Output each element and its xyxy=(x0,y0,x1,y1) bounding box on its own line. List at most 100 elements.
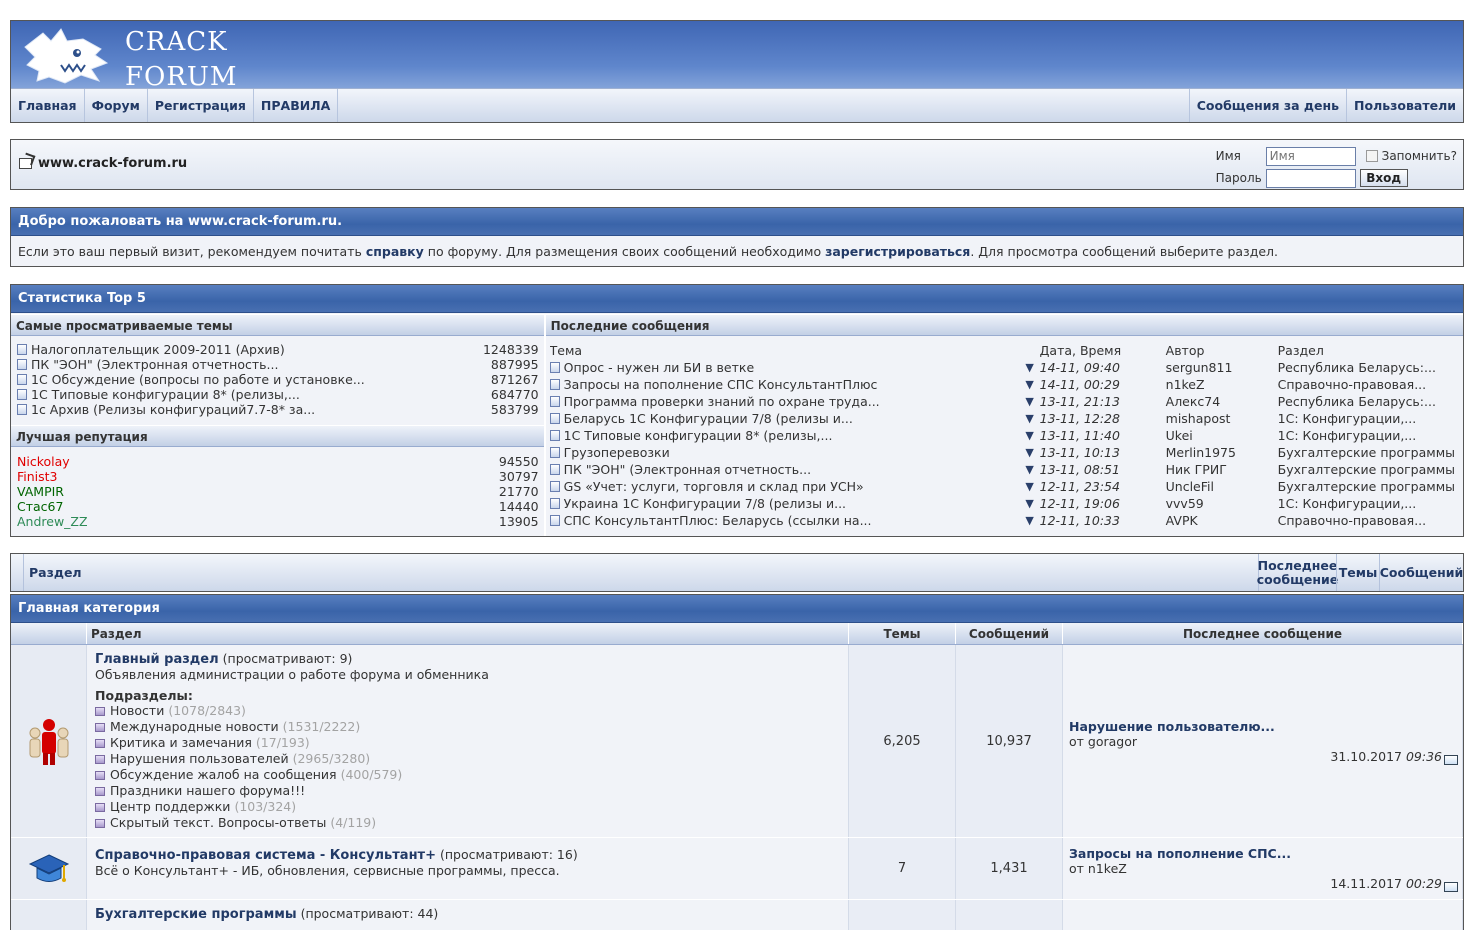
nav-todays-posts[interactable]: Сообщения за день xyxy=(1188,89,1346,122)
last-post-topic[interactable]: Украина 1С Конфигурации 7/8 (релизы и... xyxy=(564,495,846,512)
subforum-link[interactable]: Центр поддержки xyxy=(110,799,230,815)
password-input[interactable] xyxy=(1265,168,1356,188)
last-post-author[interactable]: Merlin1975 xyxy=(1166,444,1278,461)
shark-logo-icon[interactable] xyxy=(21,25,111,87)
reputation-user[interactable]: Andrew_ZZ xyxy=(17,514,459,529)
last-post-author[interactable]: Ukei xyxy=(1166,427,1278,444)
username-input[interactable] xyxy=(1265,146,1356,166)
subforum-link[interactable]: Обсуждение жалоб на сообщения xyxy=(110,767,337,783)
arrow-down-icon[interactable]: ▼ xyxy=(1020,461,1040,478)
most-viewed-title[interactable]: 1с Архив (Релизы конфигураций7.7-8* за..… xyxy=(31,402,315,417)
last-post-section[interactable]: Справочно-правовая... xyxy=(1278,376,1455,393)
go-to-last-post-icon[interactable] xyxy=(1444,882,1458,892)
last-post-topic[interactable]: 1С Типовые конфигурации 8* (релизы,... xyxy=(564,427,833,444)
last-post-author[interactable]: UncleFil xyxy=(1166,478,1278,495)
last-post-section[interactable]: 1С: Конфигурации,... xyxy=(1278,427,1455,444)
reputation-value: 21770 xyxy=(498,484,539,499)
site-logo-text[interactable]: CRACK FORUM xyxy=(125,25,237,95)
last-post-author[interactable]: n1keZ xyxy=(1166,376,1278,393)
arrow-down-icon[interactable]: ▼ xyxy=(1020,359,1040,376)
last-post-author[interactable]: Алекс74 xyxy=(1166,393,1278,410)
last-post-section[interactable]: Республика Беларусь:... xyxy=(1278,359,1455,376)
last-post-author[interactable]: mishapost xyxy=(1166,410,1278,427)
subforum-link[interactable]: Международные новости xyxy=(110,719,279,735)
last-post-author[interactable]: AVPK xyxy=(1166,512,1278,529)
nav-register[interactable]: Регистрация xyxy=(148,89,254,122)
reputation-user[interactable]: VAMPIR xyxy=(17,484,459,499)
subforum-item: Центр поддержки (103/324) xyxy=(95,799,840,815)
username-label: Имя xyxy=(1215,149,1241,163)
last-post-topic[interactable]: СПС КонсультантПлюс: Беларусь (ссылки на… xyxy=(564,512,872,529)
help-link[interactable]: справку xyxy=(366,244,424,259)
arrow-down-icon[interactable]: ▼ xyxy=(1020,376,1040,393)
last-post-topic[interactable]: Запросы на пополнение СПС КонсультантПлю… xyxy=(564,376,878,393)
arrow-down-icon[interactable]: ▼ xyxy=(1020,495,1040,512)
last-post-topic[interactable]: Беларусь 1С Конфигурации 7/8 (релизы и..… xyxy=(564,410,853,427)
forum-posts-count: 1,431 xyxy=(956,838,1063,899)
document-icon xyxy=(17,359,27,370)
most-viewed-list: Налогоплательщик 2009-2011 (Архив) 124833… xyxy=(11,336,544,425)
document-icon xyxy=(549,413,560,424)
most-viewed-title[interactable]: 1С Обсуждение (вопросы по работе и устан… xyxy=(31,372,365,387)
subforum-link[interactable]: Нарушения пользователей xyxy=(110,751,289,767)
reputation-user[interactable]: Стас67 xyxy=(17,499,459,514)
subforum-link[interactable]: Критика и замечания xyxy=(110,735,252,751)
last-post-section[interactable]: Справочно-правовая... xyxy=(1278,512,1455,529)
list-item: Стас67 14440 xyxy=(17,499,539,514)
welcome-box: Добро пожаловать на www.crack-forum.ru. … xyxy=(10,207,1464,267)
last-post-author[interactable]: sergun811 xyxy=(1166,359,1278,376)
col-topics: Темы xyxy=(849,623,956,644)
most-viewed-title[interactable]: 1С Типовые конфигурации 8* (релизы,... xyxy=(31,387,300,402)
nav-members[interactable]: Пользователи xyxy=(1346,89,1463,122)
arrow-down-icon[interactable]: ▼ xyxy=(1020,512,1040,529)
arrow-down-icon[interactable]: ▼ xyxy=(1020,427,1040,444)
list-item: ПК "ЭОН" (Электронная отчетность... 88799… xyxy=(17,357,539,372)
subforum-link[interactable]: Новости xyxy=(110,703,164,719)
subforum-item: Международные новости (1531/2222) xyxy=(95,719,840,735)
last-post-section[interactable]: 1С: Конфигурации,... xyxy=(1278,495,1455,512)
reputation-user[interactable]: Nickolay xyxy=(17,454,459,469)
document-icon xyxy=(549,362,560,373)
arrow-down-icon[interactable]: ▼ xyxy=(1020,410,1040,427)
last-post-topic[interactable]: ПК "ЭОН" (Электронная отчетность... xyxy=(564,461,811,478)
go-to-last-post-icon[interactable] xyxy=(1444,755,1458,765)
arrow-down-icon[interactable]: ▼ xyxy=(1020,478,1040,495)
most-viewed-title[interactable]: ПК "ЭОН" (Электронная отчетность... xyxy=(31,357,278,372)
forum-title[interactable]: Главный раздел xyxy=(95,652,219,667)
last-post-topic[interactable]: GS «Учет: услуги, торговля и склад при У… xyxy=(564,478,864,495)
last-post-author[interactable]: Ник ГРИГ xyxy=(1166,461,1278,478)
last-post-section[interactable]: Республика Беларусь:... xyxy=(1278,393,1455,410)
last-post-author[interactable]: от n1keZ xyxy=(1069,861,1291,876)
site-name-link[interactable]: www.crack-forum.ru xyxy=(38,156,187,171)
nav-home[interactable]: Главная xyxy=(11,89,85,122)
category-title[interactable]: Главная категория xyxy=(11,595,1463,623)
last-post-section[interactable]: Бухгалтерские программы xyxy=(1278,444,1455,461)
last-post-topic[interactable]: Опрос - нужен ли БИ в ветке xyxy=(564,359,755,376)
last-post-section[interactable]: Бухгалтерские программы xyxy=(1278,461,1455,478)
last-post-topic[interactable]: Грузоперевозки xyxy=(564,444,670,461)
forum-title[interactable]: Бухгалтерские программы xyxy=(95,907,297,922)
subforum-link[interactable]: Праздники нашего форума!!! xyxy=(110,783,305,799)
login-button[interactable]: Вход xyxy=(1359,169,1408,187)
reputation-user[interactable]: Finist3 xyxy=(17,469,459,484)
last-post-section[interactable]: 1С: Конфигурации,... xyxy=(1278,410,1455,427)
last-post-title[interactable]: Запросы на пополнение СПС... xyxy=(1069,846,1291,861)
subforum-link[interactable]: Скрытый текст. Вопросы-ответы xyxy=(110,815,326,831)
last-post-author[interactable]: vvv59 xyxy=(1166,495,1278,512)
last-post-topic[interactable]: Программа проверки знаний по охране труд… xyxy=(564,393,880,410)
arrow-down-icon[interactable]: ▼ xyxy=(1020,444,1040,461)
last-post-author[interactable]: от goragor xyxy=(1069,734,1275,749)
last-post-section[interactable]: Бухгалтерские программы xyxy=(1278,478,1455,495)
login-form: Имя Запомнить? Пароль Вход xyxy=(1216,145,1457,189)
subforum-item: Нарушения пользователей (2965/3280) xyxy=(95,751,840,767)
last-post-title[interactable]: Нарушение пользователю... xyxy=(1069,719,1275,734)
col-posts: Сообщений xyxy=(956,623,1063,644)
arrow-down-icon[interactable]: ▼ xyxy=(1020,393,1040,410)
nav-forum[interactable]: Форум xyxy=(85,89,148,122)
remember-me-checkbox[interactable] xyxy=(1365,150,1378,162)
most-viewed-title[interactable]: Налогоплательщик 2009-2011 (Архив) xyxy=(31,342,285,357)
document-icon xyxy=(549,481,560,492)
register-link[interactable]: зарегистрироваться xyxy=(825,244,970,259)
nav-rules[interactable]: ПРАВИЛА xyxy=(254,89,339,122)
forum-title[interactable]: Справочно-правовая система - Консультант… xyxy=(95,848,436,863)
